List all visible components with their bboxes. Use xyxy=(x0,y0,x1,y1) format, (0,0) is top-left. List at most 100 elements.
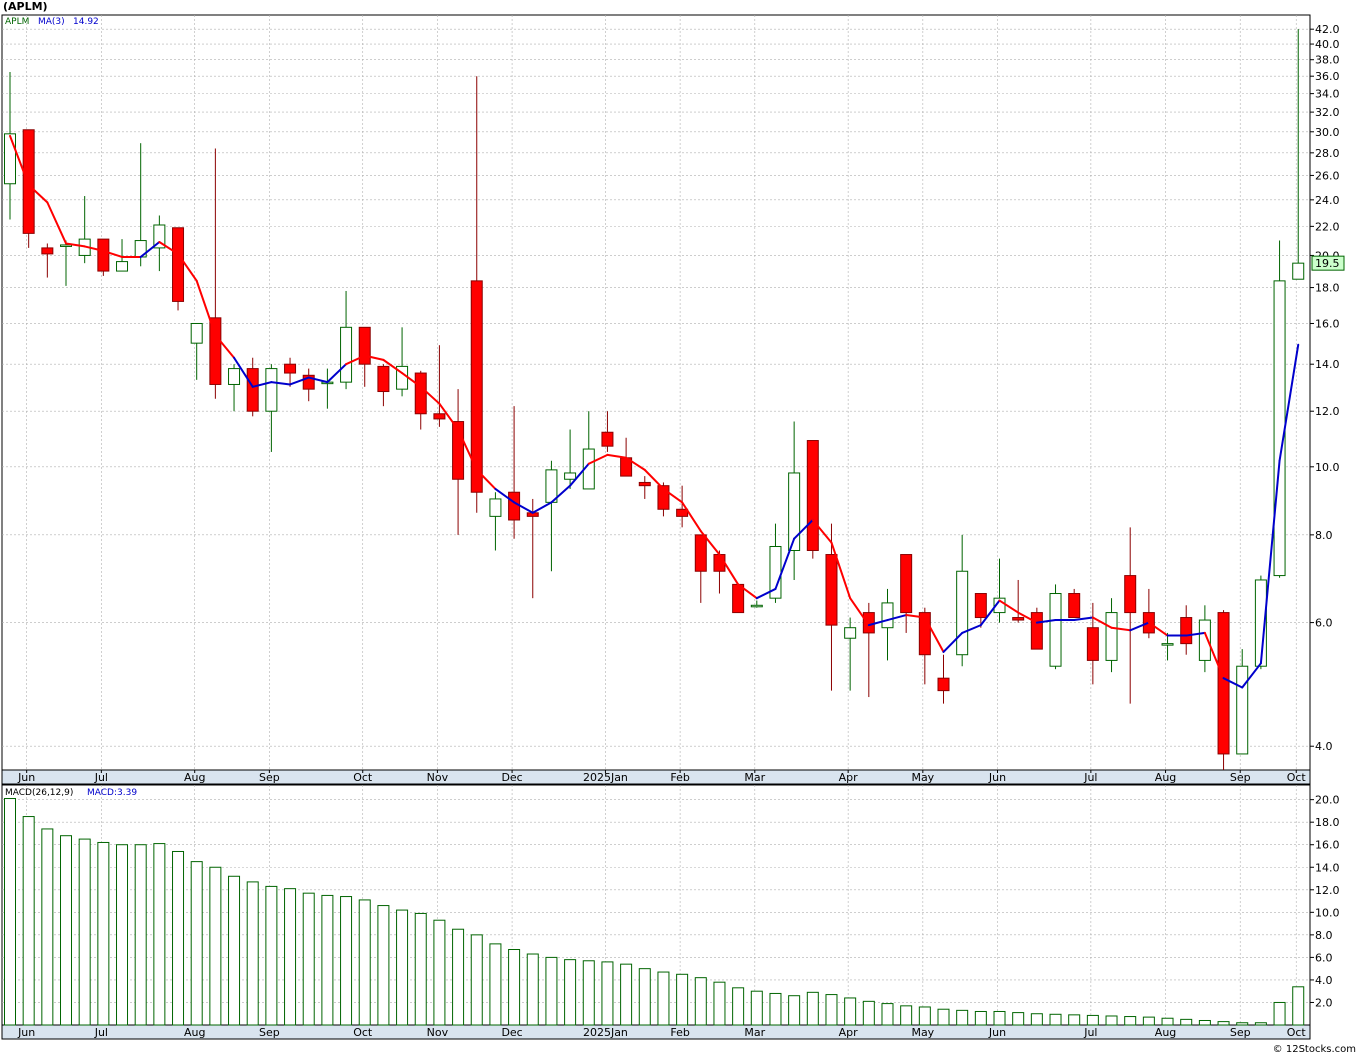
x-month-label-top: Jul xyxy=(1083,771,1097,784)
macd-y-tick-label: 4.0 xyxy=(1315,974,1333,987)
macd-bar xyxy=(844,997,857,1026)
price-y-tick-label: 10.0 xyxy=(1315,461,1340,474)
macd-bar xyxy=(862,1000,875,1026)
macd-bar xyxy=(190,861,203,1026)
legend-ticker: APLM xyxy=(5,17,29,27)
macd-bar xyxy=(1292,986,1305,1026)
legend-ma-value: 14.92 xyxy=(73,17,99,27)
candle-body xyxy=(937,677,950,692)
candle-body xyxy=(694,534,707,572)
macd-y-tick-label: 12.0 xyxy=(1315,884,1340,897)
candle-body xyxy=(228,368,241,385)
x-month-label-top: Oct xyxy=(1287,771,1307,784)
x-month-label-bottom: Mar xyxy=(744,1026,765,1039)
x-month-label-bottom: Apr xyxy=(839,1026,859,1039)
candle-body xyxy=(545,469,558,503)
macd-bar xyxy=(1030,1013,1043,1026)
price-y-tick-label: 40.0 xyxy=(1315,38,1340,51)
macd-bar xyxy=(1180,1018,1193,1026)
candle-body xyxy=(974,593,987,619)
candle-body xyxy=(172,227,185,302)
footer-credit: © 12Stocks.com xyxy=(1272,1044,1356,1055)
candle-body xyxy=(265,368,278,412)
candle-body xyxy=(601,431,614,447)
candle-body xyxy=(508,491,521,521)
x-month-label-top: Dec xyxy=(501,771,522,784)
candle-body xyxy=(1030,612,1043,650)
macd-bar xyxy=(806,991,819,1026)
candle-body xyxy=(190,322,203,344)
candle-body xyxy=(1124,575,1137,614)
macd-bar xyxy=(172,850,185,1026)
candle-body xyxy=(844,627,857,639)
macd-bar xyxy=(1142,1016,1155,1026)
chart-svg: 4.0 6.0 8.0 10.0 12.0 14.0 16.0 18.0 20.0 22.0 24.… xyxy=(1,14,1345,1040)
x-month-label-top: Nov xyxy=(427,771,449,784)
price-y-tick-label: 34.0 xyxy=(1315,88,1340,101)
x-month-label-top: Aug xyxy=(1155,771,1176,784)
macd-y-tick-label: 8.0 xyxy=(1315,929,1333,942)
macd-bar xyxy=(694,977,707,1026)
candle-body xyxy=(414,372,427,415)
macd-bar xyxy=(1124,1016,1137,1026)
macd-bar xyxy=(22,816,35,1026)
x-month-label-top: May xyxy=(911,771,934,784)
macd-bar xyxy=(377,905,390,1026)
x-month-label-top: Apr xyxy=(839,771,859,784)
candle-body xyxy=(433,413,446,420)
x-month-label-bottom: 2025Jan xyxy=(583,1026,628,1039)
candle-body xyxy=(1105,612,1118,661)
macd-bar xyxy=(1105,1015,1118,1026)
price-y-tick-label: 4.0 xyxy=(1315,740,1333,753)
price-y-tick-label: 14.0 xyxy=(1315,358,1340,371)
macd-bar xyxy=(564,959,577,1026)
macd-bar xyxy=(452,928,465,1026)
macd-bar xyxy=(284,888,297,1026)
candle-body xyxy=(825,554,838,626)
candle-body xyxy=(900,554,913,614)
macd-bar xyxy=(1217,1021,1230,1026)
price-y-tick-label: 28.0 xyxy=(1315,147,1340,160)
macd-bar xyxy=(134,844,147,1026)
x-month-label-top: Sep xyxy=(1230,771,1251,784)
macd-bar xyxy=(1254,1022,1267,1026)
macd-bar xyxy=(153,843,166,1026)
macd-bar xyxy=(956,1009,969,1026)
legend-ma-label: MA(3) xyxy=(38,17,65,27)
candle-body xyxy=(489,498,502,517)
macd-bar xyxy=(321,894,334,1026)
x-month-label-top: Feb xyxy=(670,771,689,784)
candle-body xyxy=(1161,643,1174,646)
price-y-tick-label: 42.0 xyxy=(1315,23,1340,36)
macd-bar xyxy=(620,963,633,1026)
macd-bar xyxy=(900,1005,913,1026)
candle-body xyxy=(1180,617,1193,645)
macd-bar xyxy=(246,881,259,1026)
price-y-tick-label: 18.0 xyxy=(1315,282,1340,295)
macd-bar xyxy=(769,992,782,1026)
macd-bar xyxy=(358,899,371,1026)
macd-y-tick-label: 6.0 xyxy=(1315,951,1333,964)
macd-y-tick-label: 14.0 xyxy=(1315,861,1340,874)
macd-bar xyxy=(545,956,558,1026)
macd-bar xyxy=(489,943,502,1026)
candle-body xyxy=(1049,593,1062,667)
macd-bar xyxy=(1161,1017,1174,1026)
macd-bar xyxy=(340,896,353,1026)
x-month-label-bottom: Nov xyxy=(427,1026,449,1039)
candle-body xyxy=(60,244,73,247)
macd-y-tick-label: 2.0 xyxy=(1315,996,1333,1009)
x-month-label-top: Jun xyxy=(17,771,35,784)
candle-body xyxy=(41,247,54,255)
candle-body xyxy=(564,472,577,480)
price-y-tick-label: 30.0 xyxy=(1315,126,1340,139)
macd-bar xyxy=(78,838,91,1026)
candle-body xyxy=(1012,617,1025,621)
macd-bar xyxy=(396,909,409,1026)
price-y-tick-label: 24.0 xyxy=(1315,194,1340,207)
candle-body xyxy=(676,508,689,517)
macd-bar xyxy=(657,971,670,1026)
macd-bar xyxy=(993,1010,1006,1026)
price-y-tick-label: 38.0 xyxy=(1315,54,1340,67)
macd-bar xyxy=(1198,1019,1211,1026)
